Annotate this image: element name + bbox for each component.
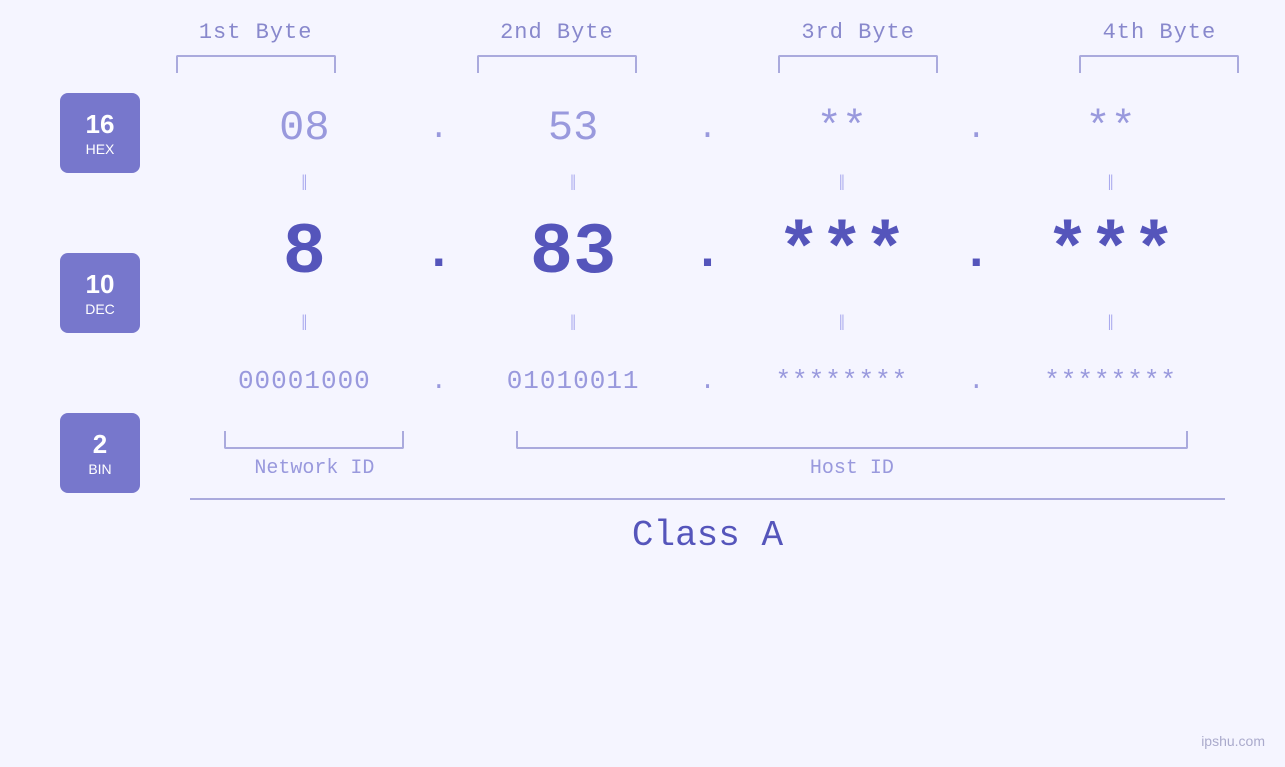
equals-row-2: ‖ ‖ ‖ ‖ [190, 303, 1225, 343]
dec-sep2: . [688, 225, 728, 282]
bin-badge-number: 2 [93, 429, 107, 460]
byte-headers: 1st Byte 2nd Byte 3rd Byte 4th Byte [125, 20, 1285, 45]
hex-dot1: . [429, 110, 448, 147]
hex-sep1: . [419, 110, 459, 147]
byte4-header: 4th Byte [1029, 20, 1285, 45]
eq1-cell: ‖ [190, 163, 419, 203]
bin-row: 00001000 . 01010011 . ******** . [190, 343, 1225, 423]
dec-b1-value: 8 [283, 212, 326, 294]
dec-b3-cell: *** [728, 212, 957, 294]
eq2-icon: ‖ [570, 170, 576, 197]
bin-b1-value: 00001000 [238, 366, 371, 396]
bin-b3-value: ******** [775, 366, 908, 396]
dec-row: 8 . 83 . *** . *** [190, 203, 1225, 303]
dec-dot3: . [961, 225, 991, 282]
eq7-icon: ‖ [839, 310, 845, 337]
bracket-byte2 [477, 55, 637, 73]
bin-dot1: . [431, 366, 447, 396]
badges-column: 16 HEX 10 DEC 2 BIN [60, 83, 190, 573]
dec-badge-label: DEC [85, 301, 115, 317]
bin-badge: 2 BIN [60, 413, 140, 493]
eq6-icon: ‖ [570, 310, 576, 337]
bin-sep2: . [688, 366, 728, 396]
bracket-byte3 [778, 55, 938, 73]
eq1-icon: ‖ [301, 170, 307, 197]
byte1-header: 1st Byte [125, 20, 386, 45]
bin-dot3: . [968, 366, 984, 396]
class-label: Class A [632, 515, 783, 556]
watermark: ipshu.com [1201, 733, 1265, 749]
eq2-cell: ‖ [459, 163, 688, 203]
byte3-header: 3rd Byte [728, 20, 989, 45]
bin-sep1: . [419, 366, 459, 396]
bin-b2-value: 01010011 [507, 366, 640, 396]
eq7-cell: ‖ [728, 303, 957, 343]
hex-b2-value: 53 [548, 104, 598, 152]
hex-dot3: . [967, 110, 986, 147]
bin-b1-cell: 00001000 [190, 366, 419, 396]
main-container: 1st Byte 2nd Byte 3rd Byte 4th Byte 16 [0, 0, 1285, 767]
eq5-icon: ‖ [301, 310, 307, 337]
dec-b1-cell: 8 [190, 212, 419, 294]
hex-b1-cell: 08 [190, 104, 419, 152]
hex-dot2: . [698, 110, 717, 147]
dec-sep3: . [956, 225, 996, 282]
bin-dot2: . [700, 366, 716, 396]
eq6-cell: ‖ [459, 303, 688, 343]
hex-b2-cell: 53 [459, 104, 688, 152]
hex-sep3: . [956, 110, 996, 147]
dec-badge-number: 10 [86, 269, 115, 300]
hex-row: 08 . 53 . ** . ** [190, 83, 1225, 163]
bin-badge-label: BIN [88, 461, 111, 477]
dec-dot2: . [692, 225, 722, 282]
eq4-cell: ‖ [996, 163, 1225, 203]
dec-dot1: . [424, 225, 454, 282]
hex-b3-cell: ** [728, 104, 957, 152]
dec-b4-cell: *** [996, 212, 1225, 294]
hex-b1-value: 08 [279, 104, 329, 152]
eq8-cell: ‖ [996, 303, 1225, 343]
host-bottom-bracket [516, 431, 1188, 449]
hex-b4-cell: ** [996, 104, 1225, 152]
dec-b2-value: 83 [530, 212, 616, 294]
bottom-brackets-container [190, 431, 1225, 449]
bin-sep3: . [956, 366, 996, 396]
dec-b4-value: *** [1046, 212, 1176, 294]
hex-b4-value: ** [1085, 104, 1135, 152]
network-id-label: Network ID [190, 457, 439, 480]
byte2-header: 2nd Byte [426, 20, 687, 45]
eq3-icon: ‖ [839, 170, 845, 197]
bracket-byte4 [1079, 55, 1239, 73]
hex-badge-number: 16 [86, 109, 115, 140]
bin-b3-cell: ******** [728, 366, 957, 396]
data-columns: 08 . 53 . ** . ** [190, 83, 1225, 556]
id-labels-row: Network ID Host ID [190, 457, 1225, 480]
hex-b3-value: ** [817, 104, 867, 152]
top-brackets [125, 55, 1285, 73]
host-id-label: Host ID [479, 457, 1225, 480]
bin-b4-cell: ******** [996, 366, 1225, 396]
dec-sep1: . [419, 225, 459, 282]
eq8-icon: ‖ [1108, 310, 1114, 337]
eq3-cell: ‖ [728, 163, 957, 203]
dec-b3-value: *** [777, 212, 907, 294]
hex-badge: 16 HEX [60, 93, 140, 173]
dec-badge: 10 DEC [60, 253, 140, 333]
host-bracket-wrapper [479, 431, 1225, 449]
equals-row-1: ‖ ‖ ‖ ‖ [190, 163, 1225, 203]
network-bracket-wrapper [190, 431, 439, 449]
eq4-icon: ‖ [1108, 170, 1114, 197]
network-bottom-bracket [224, 431, 404, 449]
main-content: 16 HEX 10 DEC 2 BIN 08 . [60, 83, 1225, 747]
eq5-cell: ‖ [190, 303, 419, 343]
dec-b2-cell: 83 [459, 212, 688, 294]
hex-sep2: . [688, 110, 728, 147]
class-section: Class A [190, 498, 1225, 556]
bin-b2-cell: 01010011 [459, 366, 688, 396]
bracket-byte1 [176, 55, 336, 73]
hex-badge-label: HEX [86, 141, 115, 157]
bin-b4-value: ******** [1044, 366, 1177, 396]
